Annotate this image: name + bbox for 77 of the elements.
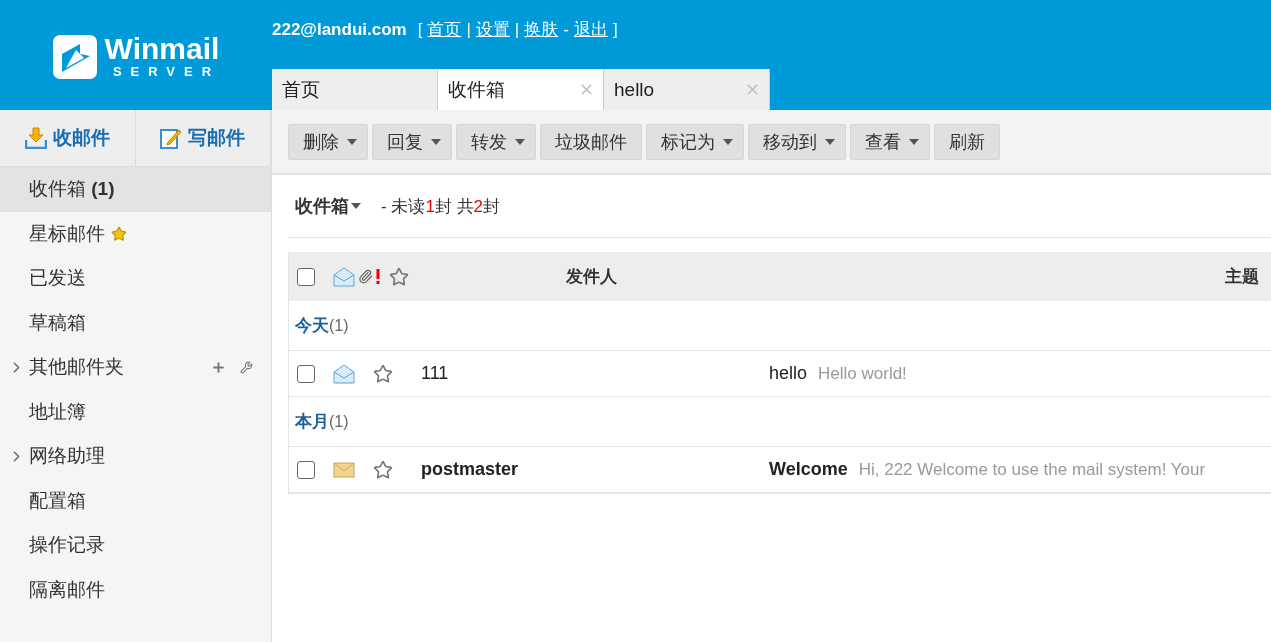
toolbar-button[interactable]: 刷新 bbox=[934, 123, 1000, 160]
bracket-text: ] bbox=[612, 19, 618, 40]
tab[interactable]: 首页 bbox=[272, 69, 438, 110]
sidebar-item-label: 草稿箱 bbox=[29, 310, 86, 335]
bracket-text: [ bbox=[417, 19, 423, 40]
subject-text[interactable]: Welcome bbox=[769, 459, 848, 480]
separator-text: | bbox=[514, 19, 520, 40]
sidebar-item[interactable]: 其他邮件夹 bbox=[0, 345, 271, 390]
sidebar-item[interactable]: 操作记录 bbox=[0, 523, 271, 568]
caret-icon bbox=[431, 138, 441, 145]
sidebar-item[interactable]: 配置箱 bbox=[0, 478, 271, 523]
sidebar-item-label: 地址簿 bbox=[29, 399, 86, 424]
group-label: 今天 bbox=[295, 315, 329, 337]
sidebar-item[interactable]: 星标邮件 bbox=[0, 211, 271, 256]
logo-title: Winmail bbox=[104, 34, 220, 65]
star-icon bbox=[389, 266, 409, 287]
caret-icon bbox=[723, 138, 733, 145]
paperclip-icon bbox=[358, 269, 373, 284]
sender-cell-text: 111 bbox=[421, 363, 450, 384]
toolbar-button[interactable]: 移动到 bbox=[748, 123, 846, 160]
caret-icon bbox=[347, 138, 357, 145]
logo-icon bbox=[51, 34, 98, 80]
group-count: (1) bbox=[329, 316, 349, 335]
caret-icon bbox=[515, 138, 525, 145]
sidebar-item[interactable]: 收件箱 (1) bbox=[0, 167, 271, 212]
caret-icon bbox=[351, 203, 361, 209]
select-all-checkbox[interactable] bbox=[297, 267, 315, 286]
separator-text: - bbox=[563, 19, 569, 40]
envelope-icon bbox=[333, 266, 355, 287]
tab[interactable]: hello bbox=[604, 69, 770, 110]
column-header[interactable]: 发件人 bbox=[565, 265, 617, 288]
row-checkbox[interactable] bbox=[297, 460, 315, 479]
toolbar-button[interactable]: 查看 bbox=[850, 123, 930, 160]
group-label: 本月 bbox=[295, 411, 329, 433]
sidebar-item-label: 其他邮件夹 bbox=[29, 355, 124, 380]
wrench-icon[interactable] bbox=[240, 360, 253, 374]
envelope-icon bbox=[333, 363, 355, 384]
sidebar-item-label: 网络助理 bbox=[29, 444, 105, 469]
preview-text: Hi, 222 Welcome to use the mail system! Your bbox=[858, 459, 1206, 480]
sidebar-item[interactable]: 已发送 bbox=[0, 256, 271, 301]
toolbar-button[interactable]: 回复 bbox=[372, 123, 452, 160]
caret-icon bbox=[909, 138, 919, 145]
user-email: 222@landui.com bbox=[272, 19, 407, 40]
logo-subtitle: SERVER bbox=[112, 64, 221, 80]
download-tray-icon bbox=[24, 127, 47, 149]
folder-dropdown[interactable]: 收件箱 bbox=[295, 194, 361, 218]
sidebar-item[interactable]: 地址簿 bbox=[0, 389, 271, 434]
column-header[interactable]: 主题 bbox=[1225, 265, 1259, 288]
preview-text: Hello world! bbox=[818, 363, 907, 384]
star-icon[interactable] bbox=[373, 363, 393, 384]
sidebar-item-label: 隔离邮件 bbox=[29, 577, 105, 602]
star-icon bbox=[111, 225, 127, 242]
sidebar-item[interactable]: 隔离邮件 bbox=[0, 567, 271, 612]
sidebar-item-label: 收件箱 (1) bbox=[29, 177, 115, 202]
sidebar-item-label: 配置箱 bbox=[29, 488, 86, 513]
sidebar-item[interactable]: 草稿箱 bbox=[0, 300, 271, 345]
subject-text[interactable]: hello bbox=[769, 363, 808, 384]
toolbar-button[interactable]: 删除 bbox=[288, 123, 368, 160]
caret-icon bbox=[825, 138, 835, 145]
sidebar-item[interactable]: 网络助理 bbox=[0, 434, 271, 479]
folder-summary: - 未读1封 共2封 bbox=[381, 195, 501, 218]
row-checkbox[interactable] bbox=[297, 364, 315, 383]
star-icon[interactable] bbox=[373, 459, 393, 480]
toolbar-button[interactable]: 垃圾邮件 bbox=[540, 123, 642, 160]
notepad-pencil-icon bbox=[160, 127, 183, 149]
separator-text: | bbox=[466, 19, 471, 40]
group-count: (1) bbox=[329, 412, 349, 431]
sender-cell-text: postmaster bbox=[421, 459, 520, 480]
tab[interactable]: 收件箱 bbox=[438, 69, 604, 110]
toolbar-button[interactable]: 转发 bbox=[456, 123, 536, 160]
envelope-icon bbox=[333, 461, 355, 478]
sidebar-item-label: 操作记录 bbox=[29, 533, 105, 558]
exclamation-icon bbox=[376, 269, 380, 284]
add-icon[interactable] bbox=[211, 359, 226, 375]
sidebar-item-label: 已发送 bbox=[29, 266, 86, 291]
sidebar-item-label: 星标邮件 bbox=[29, 221, 105, 246]
toolbar-button[interactable]: 标记为 bbox=[646, 123, 744, 160]
